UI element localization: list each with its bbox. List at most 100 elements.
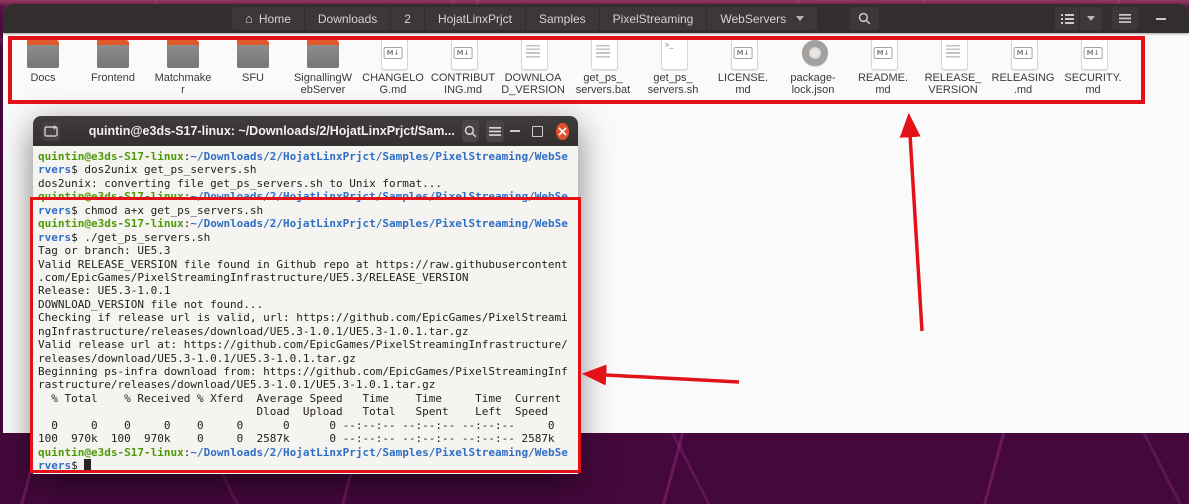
file-item-get_ps_servers.sh[interactable]: >_get_ps_ servers.sh: [638, 36, 708, 96]
home-icon: ⌂: [245, 12, 253, 25]
terminal-line: DOWNLOAD_VERSION file not found...: [38, 298, 573, 311]
terminal-line: dos2unix: converting file get_ps_servers…: [38, 177, 573, 190]
file-label: DOWNLOA D_VERSION: [498, 73, 568, 96]
terminal-minimize-button[interactable]: [504, 120, 526, 142]
terminal-line: .com/EpicGames/PixelStreamingInfrastruct…: [38, 271, 573, 284]
file-item-Frontend[interactable]: Frontend: [78, 36, 148, 96]
file-item-SFU[interactable]: SFU: [218, 36, 288, 96]
file-item-SECURITY.md[interactable]: M↓ SECURITY. md: [1058, 36, 1128, 96]
terminal-line: rastructure/releases/download/UE5.3-1.0.…: [38, 378, 573, 391]
terminal-line: releases/download/UE5.3-1.0.1/UE5.3-1.0.…: [38, 352, 573, 365]
file-item-get_ps_servers.bat[interactable]: get_ps_ servers.bat: [568, 36, 638, 96]
markdown-badge: M↓: [454, 47, 473, 59]
breadcrumb-label: Home: [259, 12, 291, 26]
breadcrumb-item-pixelstreaming[interactable]: PixelStreaming: [600, 7, 707, 30]
shell-file-icon: >_: [653, 36, 693, 70]
file-item-CHANGELOG.md[interactable]: M↓ CHANGELO G.md: [358, 36, 428, 96]
terminal-line: rvers$ chmod a+x get_ps_servers.sh: [38, 204, 573, 217]
breadcrumb-label: PixelStreaming: [613, 12, 694, 26]
file-label: README. md: [848, 73, 918, 96]
json-file-icon: [793, 36, 833, 70]
terminal-line: Valid RELEASE_VERSION file found in Gith…: [38, 258, 573, 271]
terminal-line: % Total % Received % Xferd Average Speed…: [38, 392, 573, 405]
files-toolbar: ⌂ Home Downloads 2 HojatLinxPrjct Samples Pixe…: [3, 4, 1189, 33]
breadcrumb-item-2[interactable]: 2: [391, 7, 424, 30]
file-label: LICENSE. md: [708, 73, 778, 96]
breadcrumb-label: WebServers: [720, 12, 786, 26]
file-label: Frontend: [78, 73, 148, 85]
file-item-package-lock.json[interactable]: package- lock.json: [778, 36, 848, 96]
terminal-search-button[interactable]: [462, 120, 480, 142]
file-label: Docs: [8, 73, 78, 85]
terminal-close-button[interactable]: [556, 123, 569, 140]
search-button[interactable]: [850, 7, 879, 30]
terminal-line: quintin@e3ds-S17-linux:~/Downloads/2/Hoj…: [38, 217, 573, 230]
file-label: RELEASE_ VERSION: [918, 73, 988, 96]
breadcrumb-item-webservers[interactable]: WebServers: [707, 7, 817, 30]
file-item-RELEASING.md[interactable]: M↓ RELEASING .md: [988, 36, 1058, 96]
caret-down-icon: [796, 16, 804, 21]
file-grid: DocsFrontendMatchmake rSFUSignallingW eb…: [8, 36, 1128, 96]
terminal-maximize-button[interactable]: [526, 120, 548, 142]
minimize-icon: [1156, 18, 1166, 20]
markdown-badge: M↓: [734, 47, 753, 59]
breadcrumb: ⌂ Home Downloads 2 HojatLinxPrjct Samples Pixe…: [232, 7, 817, 30]
file-item-RELEASE_VERSION[interactable]: RELEASE_ VERSION: [918, 36, 988, 96]
maximize-icon: [532, 126, 543, 137]
desktop: { "colors": { "annotation_red": "#e31219…: [0, 0, 1189, 504]
file-label: CHANGELO G.md: [358, 73, 428, 96]
folder-icon: [233, 36, 273, 70]
breadcrumb-label: HojatLinxPrjct: [438, 12, 512, 26]
terminal-line: 0 0 0 0 0 0 0 0 --:--:-- --:--:-- --:--:…: [38, 419, 573, 432]
folder-icon: [93, 36, 133, 70]
markdown-file-icon: M↓: [443, 36, 483, 70]
breadcrumb-item-samples[interactable]: Samples: [526, 7, 599, 30]
markdown-file-icon: M↓: [1073, 36, 1113, 70]
markdown-file-icon: M↓: [373, 36, 413, 70]
file-label: SECURITY. md: [1058, 73, 1128, 96]
menu-button[interactable]: [1112, 7, 1138, 30]
menu-icon: [1119, 14, 1131, 23]
terminal-line: quintin@e3ds-S17-linux:~/Downloads/2/Hoj…: [38, 190, 573, 203]
terminal-line: Release: UE5.3-1.0.1: [38, 284, 573, 297]
window-maximize-button[interactable]: [1183, 7, 1189, 30]
markdown-badge: M↓: [384, 47, 403, 59]
breadcrumb-item-downloads[interactable]: Downloads: [305, 7, 390, 30]
file-item-Matchmaker[interactable]: Matchmake r: [148, 36, 218, 96]
file-label: SignallingW ebServer: [288, 73, 358, 96]
breadcrumb-label: Samples: [539, 12, 586, 26]
new-tab-icon: [44, 125, 58, 137]
terminal-output[interactable]: quintin@e3ds-S17-linux:~/Downloads/2/Hoj…: [33, 146, 578, 474]
file-item-CONTRIBUTING.md[interactable]: M↓CONTRIBUT ING.md: [428, 36, 498, 96]
folder-icon: [23, 36, 63, 70]
window-minimize-button[interactable]: [1150, 7, 1172, 30]
caret-down-icon: [1087, 16, 1095, 21]
breadcrumb-item-hojatlinxprjct[interactable]: HojatLinxPrjct: [425, 7, 525, 30]
file-item-SignallingWebServer[interactable]: SignallingW ebServer: [288, 36, 358, 96]
file-label: RELEASING .md: [988, 73, 1058, 96]
search-icon: [464, 125, 477, 138]
file-item-LICENSE.md[interactable]: M↓ LICENSE. md: [708, 36, 778, 96]
view-options-button[interactable]: [1080, 7, 1102, 30]
markdown-badge: M↓: [1014, 47, 1033, 59]
breadcrumb-item-home[interactable]: ⌂ Home: [232, 7, 304, 30]
file-label: Matchmake r: [148, 73, 218, 96]
list-view-button[interactable]: [1055, 7, 1079, 30]
text-file-icon: [933, 36, 973, 70]
folder-icon: [163, 36, 203, 70]
terminal-line: ngInfrastructure/releases/download/UE5.3…: [38, 325, 573, 338]
breadcrumb-label: 2: [404, 12, 411, 26]
close-icon: [558, 127, 567, 136]
terminal-line: Dload Upload Total Spent Left Speed: [38, 405, 573, 418]
new-tab-button[interactable]: [42, 121, 60, 141]
folder-icon: [303, 36, 343, 70]
markdown-file-icon: M↓: [863, 36, 903, 70]
terminal-line: Checking if release url is valid, url: h…: [38, 311, 573, 324]
terminal-menu-button[interactable]: [486, 120, 504, 142]
file-item-Docs[interactable]: Docs: [8, 36, 78, 96]
markdown-file-icon: M↓: [723, 36, 763, 70]
file-label: SFU: [218, 73, 288, 85]
file-item-README.md[interactable]: M↓ README. md: [848, 36, 918, 96]
file-item-DOWNLOAD_VERSION[interactable]: DOWNLOA D_VERSION: [498, 36, 568, 96]
menu-icon: [489, 127, 501, 136]
